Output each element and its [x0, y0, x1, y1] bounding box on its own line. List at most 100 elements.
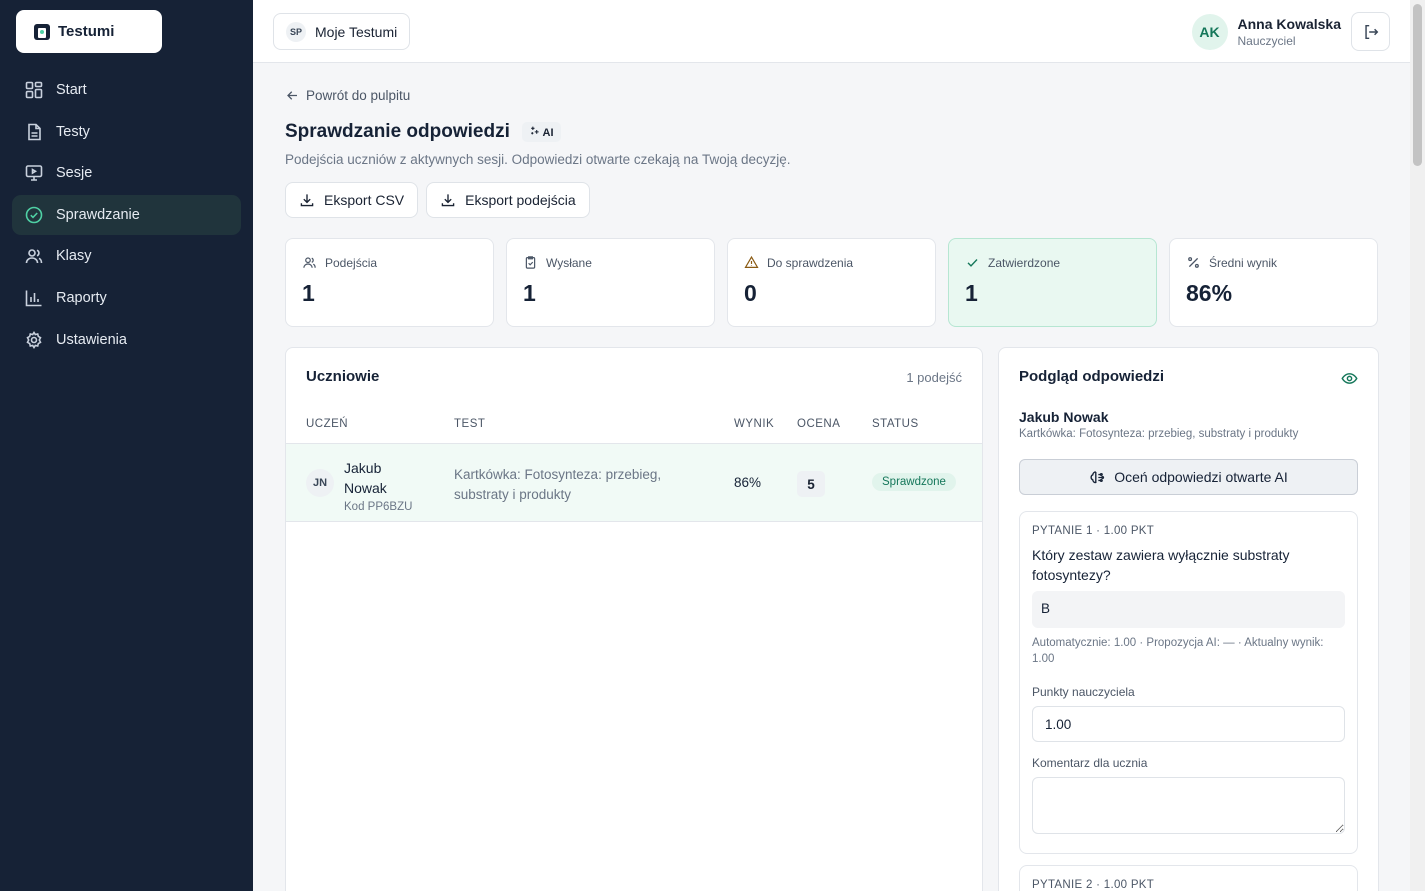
preview-student-name: Jakub Nowak	[1019, 409, 1109, 425]
avatar: AK	[1191, 14, 1228, 50]
stat-label: Wysłane	[546, 255, 592, 270]
document-icon	[28, 123, 41, 140]
sidebar-item-ustawienia[interactable]: Ustawienia	[12, 320, 241, 360]
logout-icon	[1364, 24, 1378, 39]
check-icon	[967, 259, 978, 267]
download-icon	[300, 194, 314, 207]
student-code: Kod PP6BZU	[344, 501, 413, 513]
sidebar-item-label: Start	[56, 82, 87, 98]
sidebar-item-raporty[interactable]: Raporty	[12, 278, 241, 318]
stat-value: 1	[965, 280, 978, 306]
stat-value: 1	[302, 280, 315, 306]
column-header-status[interactable]: STATUS	[872, 418, 919, 430]
scrollbar-thumb[interactable]	[1413, 4, 1422, 166]
column-header-test[interactable]: TEST	[454, 418, 485, 430]
stat-label: Podejścia	[325, 255, 378, 270]
question-header: PYTANIE 1 · 1.00 PKT	[1032, 525, 1155, 537]
export-attempts-label: Eksport podejścia	[465, 192, 576, 208]
preview-title: Podgląd odpowiedzi	[1019, 368, 1164, 385]
question-card: PYTANIE 2 · 1.00 PKT	[1019, 865, 1358, 891]
gear-icon	[26, 330, 42, 349]
download-icon	[441, 194, 455, 207]
arrow-left-icon	[287, 91, 297, 100]
sidebar-item-testy[interactable]: Testy	[12, 112, 241, 152]
export-csv-button[interactable]: Eksport CSV	[285, 182, 419, 218]
student-avatar: JN	[306, 469, 334, 497]
grade-badge: 5	[797, 471, 825, 497]
stat-label: Do sprawdzenia	[767, 255, 854, 270]
back-link-label: Powrót do pulpitu	[306, 88, 411, 103]
check-circle-icon	[25, 206, 43, 224]
sidebar: Testumi Start Testy Sesje Sprawdzanie Kl…	[0, 0, 253, 891]
brand-name: Testumi	[58, 23, 115, 40]
attempts-count: 1 podejść	[906, 370, 962, 385]
user-profile[interactable]: AK Anna Kowalska Nauczyciel	[1191, 14, 1341, 50]
page-title: Sprawdzanie odpowiedzi	[285, 121, 510, 142]
preview-test-name: Kartkówka: Fotosynteza: przebieg, substr…	[1019, 428, 1299, 440]
points-input[interactable]	[1032, 706, 1345, 742]
sidebar-item-label: Ustawienia	[56, 331, 127, 348]
workspace-switcher[interactable]: SP Moje Testumi	[273, 13, 411, 50]
test-name: Kartkówka: Fotosynteza: przebieg, substr…	[454, 467, 662, 502]
status-badge: Sprawdzone	[872, 473, 956, 491]
stat-card-average: Średni wynik 86%	[1169, 238, 1378, 327]
comment-textarea[interactable]	[1032, 777, 1345, 834]
scrollbar[interactable]	[1410, 0, 1425, 891]
percent-icon	[1188, 257, 1199, 268]
stat-label: Zatwierdzone	[988, 255, 1061, 270]
grid-icon	[25, 81, 43, 99]
monitor-icon	[25, 165, 43, 181]
stat-label: Średni wynik	[1209, 255, 1278, 270]
column-header-student[interactable]: UCZEŃ	[306, 418, 348, 430]
page-subtitle: Podejścia uczniów z aktywnych sesji. Odp…	[285, 152, 791, 167]
users-icon	[25, 249, 43, 264]
workspace-name: Moje Testumi	[315, 23, 398, 40]
stat-card-approved: Zatwierdzone 1	[948, 238, 1157, 327]
ai-badge: AI	[521, 122, 561, 142]
sidebar-item-sesje[interactable]: Sesje	[12, 153, 241, 193]
logout-button[interactable]	[1351, 12, 1390, 51]
column-header-grade[interactable]: OCENA	[797, 418, 840, 430]
column-header-score[interactable]: WYNIK	[734, 418, 774, 430]
students-panel: Uczniowie 1 podejść UCZEŃ TEST WYNIK OCE…	[285, 347, 983, 891]
question-card: PYTANIE 1 · 1.00 PKT Który zestaw zawier…	[1019, 511, 1358, 854]
stat-card-sent: Wysłane 1	[506, 238, 715, 327]
stat-card-attempts: Podejścia 1	[285, 238, 494, 327]
sidebar-item-start[interactable]: Start	[12, 70, 241, 110]
title-row: Sprawdzanie odpowiedzi AI	[285, 121, 561, 143]
topbar: SP Moje Testumi AK Anna Kowalska Nauczyc…	[253, 0, 1410, 63]
question-text: Który zestaw zawiera wyłącznie substraty…	[1032, 547, 1290, 583]
points-label: Punkty nauczyciela	[1032, 685, 1135, 699]
stat-card-to-review: Do sprawdzenia 0	[727, 238, 936, 327]
stat-value: 0	[744, 280, 757, 306]
sidebar-item-sprawdzanie[interactable]: Sprawdzanie	[12, 194, 241, 235]
sidebar-item-label: Testy	[56, 123, 90, 140]
student-name: Jakub Nowak	[344, 460, 387, 496]
back-link[interactable]: Powrót do pulpitu	[285, 88, 410, 103]
users-icon	[303, 257, 316, 268]
stat-value: 86%	[1186, 280, 1233, 306]
comment-label: Komentarz dla ucznia	[1032, 756, 1148, 770]
sidebar-item-label: Sprawdzanie	[56, 206, 140, 223]
question-meta: Automatycznie: 1.00 · Propozycja AI: — ·…	[1032, 637, 1324, 665]
stats-row: Podejścia 1 Wysłane 1 Do sprawdzenia 0 Z…	[285, 238, 1378, 327]
student-answer: B	[1032, 591, 1345, 628]
eye-icon[interactable]	[1341, 370, 1358, 387]
score: 86%	[734, 475, 762, 490]
stat-value: 1	[523, 280, 536, 306]
table-row[interactable]: JN Jakub Nowak Kod PP6BZU Kartkówka: Fot…	[286, 443, 982, 522]
question-header: PYTANIE 2 · 1.00 PKT	[1032, 879, 1155, 891]
clipboard-check-icon	[525, 256, 536, 269]
sidebar-nav: Start Testy Sesje Sprawdzanie Klasy Rapo…	[12, 70, 241, 361]
sidebar-item-klasy[interactable]: Klasy	[12, 236, 241, 276]
user-role: Nauczyciel	[1237, 34, 1296, 48]
sidebar-item-label: Raporty	[56, 289, 107, 306]
export-attempts-button[interactable]: Eksport podejścia	[426, 182, 590, 218]
logo[interactable]: Testumi	[16, 10, 162, 53]
bar-chart-icon	[25, 290, 42, 307]
page-actions: Eksport CSV Eksport podejścia	[285, 182, 590, 218]
answer-preview-panel: Podgląd odpowiedzi Jakub Nowak Kartkówka…	[998, 347, 1379, 891]
workspace-badge: SP	[286, 21, 306, 42]
students-title: Uczniowie	[306, 368, 380, 385]
ai-grade-button[interactable]: Oceń odpowiedzi otwarte AI	[1019, 459, 1358, 495]
